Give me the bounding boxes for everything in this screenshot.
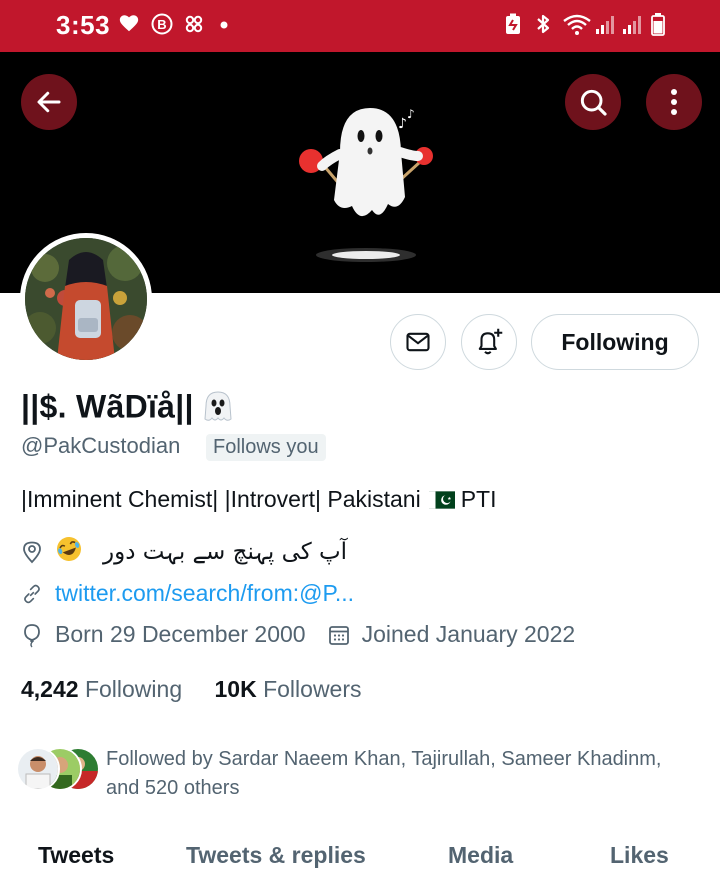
laughing-emoji-icon [55, 535, 95, 569]
svg-text:♪: ♪ [398, 116, 407, 132]
follow-counts: 4,242 Following 10K Followers [21, 676, 362, 703]
tab-tweets[interactable]: Tweets [38, 842, 114, 869]
user-handle: @PakCustodian [21, 433, 181, 458]
following-count[interactable]: 4,242 Following [21, 676, 182, 702]
birthday-text: Born 29 December 2000 [55, 621, 306, 647]
profile-tabs: Tweets Tweets & replies Media Likes [0, 830, 720, 884]
mutual-avatar [16, 747, 60, 791]
mutual-avatars [16, 747, 100, 793]
display-name: ||$. WãDïå|| [21, 386, 236, 432]
location-text: آپ کی پہنچ سے بہت دور [103, 539, 348, 565]
status-time: 3:53 [56, 10, 111, 40]
search-icon [580, 89, 607, 116]
location-row: آپ کی پہنچ سے بہت دور [21, 535, 347, 569]
message-button[interactable] [390, 314, 446, 370]
balloon-icon [24, 623, 40, 647]
status-bar: 3:53 B [0, 0, 720, 52]
ghost-emoji-icon [198, 386, 236, 432]
followers-count[interactable]: 10K Followers [215, 676, 362, 702]
battery-icon [650, 12, 666, 43]
following-button[interactable]: Following [531, 314, 699, 370]
follows-you-badge: Follows you [206, 434, 326, 461]
following-count-label: Following [84, 676, 183, 702]
joined-text: Joined January 2022 [361, 621, 576, 647]
profile-avatar[interactable] [20, 233, 152, 365]
tab-media[interactable]: Media [448, 842, 513, 869]
website-row: twitter.com/search/from:@P... [21, 580, 354, 607]
followers-count-number: 10K [214, 676, 257, 702]
calendar-icon [328, 625, 349, 645]
svg-text:♪: ♪ [407, 107, 415, 121]
pakistan-flag-icon [428, 491, 455, 509]
dates-row: Born 29 December 2000 Joined January 202… [21, 621, 575, 648]
search-button[interactable] [565, 74, 621, 130]
bio-tag: PTI [460, 486, 497, 512]
followed-by-text: Followed by Sardar Naeem Khan, Tajirulla… [106, 748, 662, 799]
b-badge-icon: B [150, 12, 174, 43]
bluetooth-icon [533, 12, 553, 43]
arrow-left-icon [37, 91, 61, 113]
envelope-icon [406, 332, 430, 352]
pinwheel-icon [182, 12, 206, 43]
svg-text:B: B [157, 17, 166, 32]
battery-saver-icon [503, 12, 523, 43]
tab-tweets-replies[interactable]: Tweets & replies [186, 842, 366, 869]
following-count-number: 4,242 [21, 676, 79, 702]
wifi-icon [562, 12, 592, 43]
more-options-button[interactable] [646, 74, 702, 130]
profile-bio: |Imminent Chemist| |Introvert| Pakistani… [21, 486, 496, 513]
signal-icon [622, 12, 644, 43]
dot-icon [218, 12, 230, 43]
more-vertical-icon [671, 89, 677, 115]
bell-plus-icon [478, 328, 503, 355]
back-button[interactable] [21, 74, 77, 130]
location-pin-icon [23, 541, 41, 564]
notifications-button[interactable] [461, 314, 517, 370]
avatar-photo [25, 238, 147, 360]
signal-icon [595, 12, 617, 43]
link-icon [24, 584, 40, 603]
followers-count-label: Followers [263, 676, 362, 702]
bio-text: |Imminent Chemist| |Introvert| Pakistani [21, 486, 421, 512]
heart-icon [118, 12, 140, 41]
tab-likes[interactable]: Likes [610, 842, 669, 869]
display-name-text: ||$. WãDïå|| [21, 388, 194, 425]
website-link[interactable]: twitter.com/search/from:@P... [55, 580, 354, 607]
